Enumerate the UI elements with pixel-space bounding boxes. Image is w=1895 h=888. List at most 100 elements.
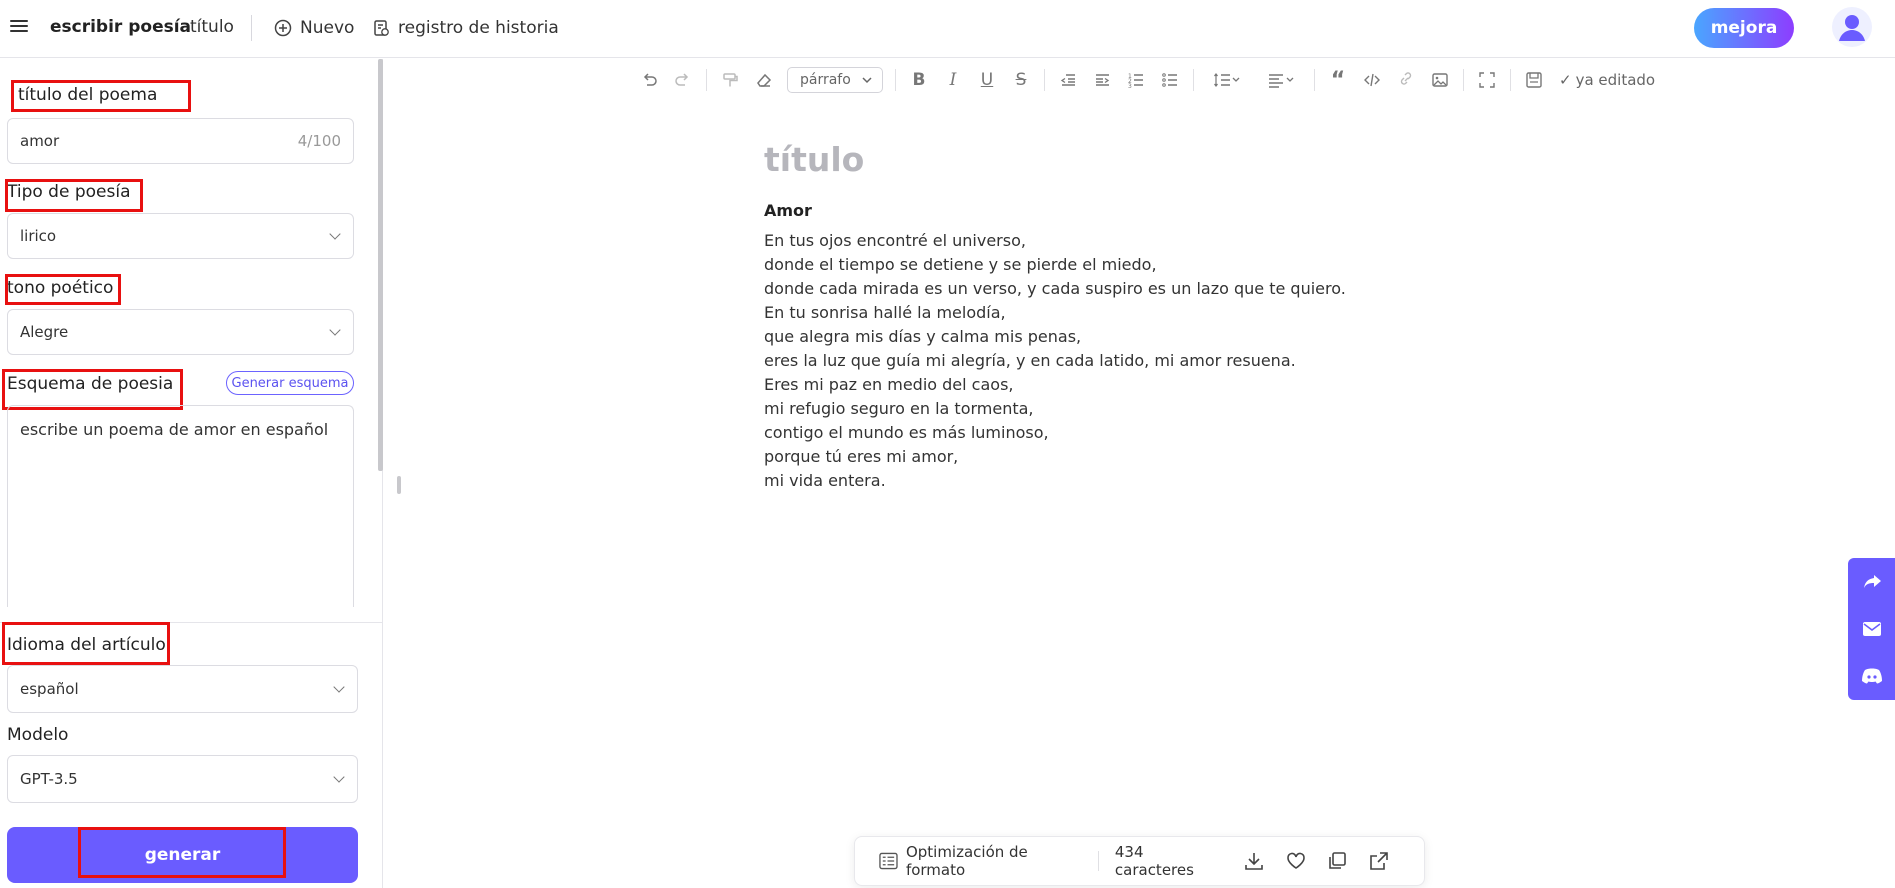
editor-toolbar: párrafo B I U S 123 “ ✓ ya editado	[632, 66, 1655, 94]
poetic-tone-value: Alegre	[20, 323, 69, 341]
undo-icon[interactable]	[632, 66, 666, 94]
editor-content[interactable]: título Amor En tus ojos encontré el univ…	[764, 140, 1524, 493]
discord-icon[interactable]	[1848, 652, 1895, 699]
poetry-type-value: lirico	[20, 227, 57, 245]
line-height-icon[interactable]	[1200, 66, 1254, 94]
poem-line: Eres mi paz en medio del caos,	[764, 375, 1014, 394]
edited-status: ✓ ya editado	[1559, 71, 1655, 89]
model-value: GPT-3.5	[20, 770, 78, 788]
redo-icon[interactable]	[666, 66, 700, 94]
chevron-down-icon	[329, 228, 341, 240]
fullscreen-icon[interactable]	[1470, 66, 1504, 94]
highlight-box	[11, 80, 191, 112]
chevron-down-icon	[862, 77, 872, 84]
poetry-type-select[interactable]: lirico	[7, 213, 354, 259]
poem-title-input[interactable]: amor 4/100	[7, 118, 354, 164]
format-painter-icon[interactable]	[713, 66, 747, 94]
bottom-bar-divider	[1097, 851, 1099, 871]
article-language-select[interactable]: español	[7, 665, 358, 713]
external-link-icon[interactable]	[1358, 851, 1400, 871]
history-button-label: registro de historia	[398, 18, 559, 38]
copy-icon[interactable]	[1316, 851, 1358, 871]
title-link[interactable]: título	[190, 17, 234, 37]
article-language-value: español	[20, 680, 79, 698]
bullet-list-icon[interactable]	[1153, 66, 1187, 94]
mail-icon[interactable]	[1848, 605, 1895, 652]
poem-body: En tus ojos encontré el universo, donde …	[764, 229, 1524, 493]
model-label: Modelo	[7, 725, 69, 745]
toolbar-divider	[1314, 69, 1315, 91]
toolbar-divider	[895, 69, 896, 91]
model-select[interactable]: GPT-3.5	[7, 755, 358, 803]
new-button[interactable]: Nuevo	[274, 15, 354, 41]
document-title-placeholder[interactable]: título	[764, 140, 1524, 179]
poetry-schema-textarea[interactable]: escribe un poema de amor en español	[7, 405, 354, 607]
app-name: escribir poesía	[50, 17, 192, 37]
quote-icon[interactable]: “	[1321, 66, 1355, 94]
poem-line: porque tú eres mi amor,	[764, 447, 959, 466]
toolbar-divider	[1510, 69, 1511, 91]
poem-line: mi refugio seguro en la tormenta,	[764, 399, 1034, 418]
poem-title-value: amor	[20, 132, 60, 150]
bold-icon[interactable]: B	[902, 66, 936, 94]
highlight-box	[2, 369, 183, 410]
format-optimization-button[interactable]: Optimización de formato	[879, 843, 1082, 879]
chevron-down-icon	[333, 681, 345, 693]
format-optimization-icon	[879, 852, 898, 870]
check-icon: ✓	[1559, 71, 1572, 89]
outdent-icon[interactable]	[1051, 66, 1085, 94]
align-icon[interactable]	[1254, 66, 1308, 94]
highlight-box	[5, 179, 143, 212]
eraser-icon[interactable]	[747, 66, 781, 94]
poem-line: donde cada mirada es un verso, y cada su…	[764, 279, 1346, 298]
poem-line: eres la luz que guía mi alegría, y en ca…	[764, 351, 1296, 370]
ordered-list-icon[interactable]: 123	[1119, 66, 1153, 94]
underline-icon[interactable]: U	[970, 66, 1004, 94]
history-button[interactable]: registro de historia	[372, 15, 559, 41]
generate-schema-button[interactable]: Generar esquema	[226, 371, 354, 395]
paragraph-style-value: párrafo	[800, 72, 851, 88]
editor-bottom-bar: Optimización de formato 434 caracteres	[854, 836, 1425, 886]
image-icon[interactable]	[1423, 66, 1457, 94]
history-icon	[374, 20, 389, 36]
share-icon[interactable]	[1848, 558, 1895, 605]
toolbar-divider	[706, 69, 707, 91]
left-panel-scrollbar[interactable]	[378, 59, 383, 471]
poem-line: mi vida entera.	[764, 471, 886, 490]
toolbar-divider	[1193, 69, 1194, 91]
heart-icon[interactable]	[1275, 851, 1317, 871]
panel-resize-handle[interactable]	[397, 476, 401, 494]
link-icon[interactable]	[1389, 66, 1423, 94]
top-bar: escribir poesía título Nuevo registro de…	[0, 0, 1895, 58]
poem-line: En tu sonrisa hallé la melodía,	[764, 303, 1006, 322]
poetic-tone-select[interactable]: Alegre	[7, 309, 354, 355]
code-icon[interactable]	[1355, 66, 1389, 94]
toolbar-divider	[1463, 69, 1464, 91]
chevron-down-icon	[329, 324, 341, 336]
poem-line: contigo el mundo es más luminoso,	[764, 423, 1049, 442]
hamburger-menu-icon[interactable]	[10, 17, 28, 35]
paragraph-style-select[interactable]: párrafo	[787, 67, 883, 93]
highlight-box	[5, 274, 121, 305]
italic-icon[interactable]: I	[936, 66, 970, 94]
character-count: 434 caracteres	[1114, 843, 1194, 879]
poem-heading: Amor	[764, 201, 812, 220]
chevron-down-icon	[333, 771, 345, 783]
download-icon[interactable]	[1233, 851, 1275, 871]
edited-status-label: ya editado	[1575, 71, 1656, 89]
title-char-count: 4/100	[297, 132, 341, 150]
svg-text:3: 3	[1128, 83, 1132, 89]
poem-line: que alegra mis días y calma mis penas,	[764, 327, 1082, 346]
user-avatar-icon[interactable]	[1832, 7, 1872, 47]
poem-line: En tus ojos encontré el universo,	[764, 231, 1026, 250]
indent-icon[interactable]	[1085, 66, 1119, 94]
strikethrough-icon[interactable]: S	[1004, 66, 1038, 94]
upgrade-button[interactable]: mejora	[1694, 8, 1794, 48]
new-button-label: Nuevo	[300, 18, 355, 38]
floating-share-bar	[1848, 558, 1895, 700]
plus-circle-icon	[274, 19, 292, 37]
format-optimization-label: Optimización de formato	[905, 843, 1028, 879]
highlight-box	[2, 622, 170, 665]
header-divider	[251, 15, 252, 41]
save-icon[interactable]	[1517, 66, 1551, 94]
